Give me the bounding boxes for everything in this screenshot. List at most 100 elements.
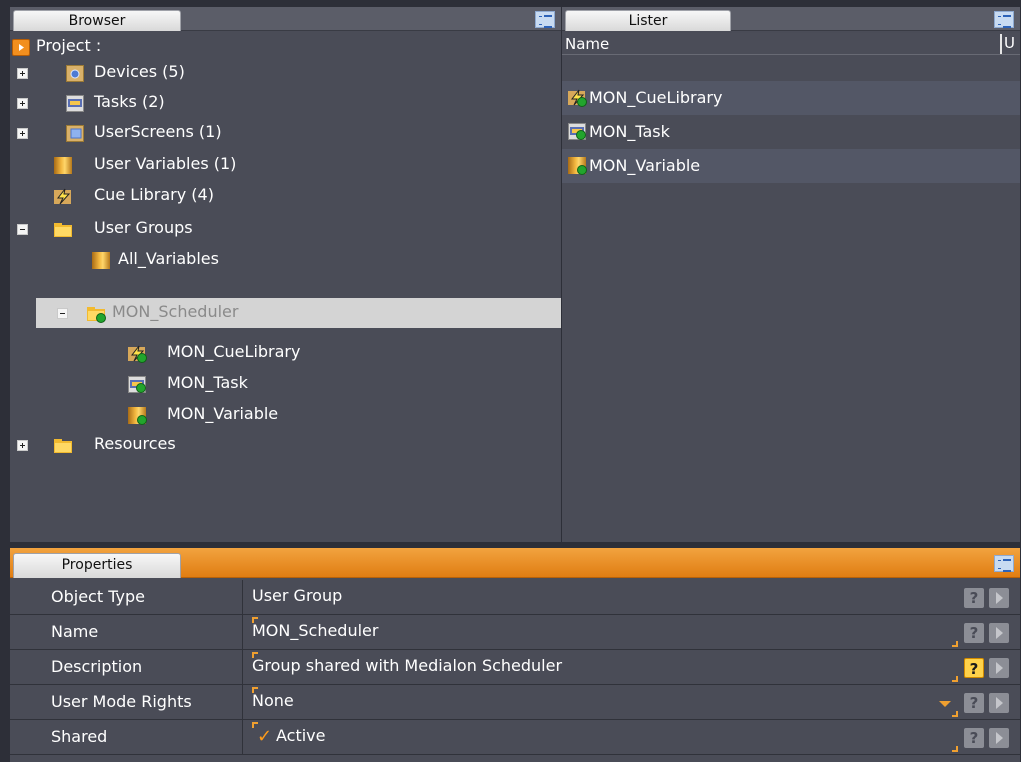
tree-item-user-variables[interactable]: User Variables (1) — [10, 150, 561, 180]
property-name: User Mode Rights — [10, 685, 243, 719]
shared-badge-icon — [577, 165, 587, 175]
properties-panel: Properties Object Type User Group ? Name… — [10, 548, 1020, 762]
help-icon[interactable]: ? — [964, 623, 984, 643]
shared-folder-icon — [87, 305, 106, 323]
property-row-object-type[interactable]: Object Type User Group ? — [10, 580, 1020, 615]
devices-icon — [66, 65, 84, 82]
tree-item-label: MON_Variable — [167, 404, 279, 423]
lister-panel: Lister Name U MON_CueLibrary MON_Task MO… — [562, 7, 1020, 542]
variable-shared-icon — [128, 407, 147, 425]
collapse-icon[interactable] — [17, 224, 28, 235]
tree-item-user-groups[interactable]: User Groups — [10, 214, 561, 244]
column-name[interactable]: Name — [565, 35, 609, 53]
tree-item-project[interactable]: Project : — [10, 35, 561, 59]
tasks-icon — [66, 95, 84, 112]
list-item[interactable]: MON_CueLibrary — [562, 81, 1020, 115]
column-u[interactable]: U — [1000, 34, 1017, 54]
shared-badge-icon — [137, 415, 147, 425]
editable-marker — [952, 641, 958, 647]
browser-panel: Browser Project : Devices (5) Tasks (2) … — [10, 7, 561, 542]
shared-badge-icon — [137, 353, 147, 363]
tree-item-all-variables[interactable]: All_Variables — [10, 245, 561, 275]
tree-item-label: Devices (5) — [94, 62, 185, 81]
lister-menu-button[interactable] — [994, 11, 1014, 28]
editable-marker — [952, 676, 958, 682]
property-name: Description — [10, 650, 243, 684]
tree-item-mon-scheduler[interactable]: MON_Scheduler — [36, 298, 561, 328]
tree-item-label: User Variables (1) — [94, 154, 237, 173]
arrow-right-icon[interactable] — [989, 693, 1009, 713]
check-icon[interactable]: ✓ — [257, 728, 272, 746]
arrow-right-icon[interactable] — [989, 658, 1009, 678]
shared-badge-icon — [136, 383, 146, 393]
project-icon — [12, 39, 30, 56]
expand-icon[interactable] — [17, 68, 28, 79]
lister-column-header: Name U — [562, 33, 1020, 55]
expand-icon[interactable] — [17, 440, 28, 451]
property-name: Object Type — [10, 580, 243, 614]
user-variables-icon — [54, 157, 72, 174]
help-icon[interactable]: ? — [964, 588, 984, 608]
tree-item-tasks[interactable]: Tasks (2) — [10, 88, 561, 118]
folder-icon — [54, 437, 72, 454]
tab-properties[interactable]: Properties — [13, 553, 181, 578]
tree-item-cue-library[interactable]: Cue Library (4) — [10, 181, 561, 211]
property-row-name[interactable]: Name MON_Scheduler ? — [10, 615, 1020, 650]
tree-item-label: Tasks (2) — [94, 92, 165, 111]
list-item-label: MON_Variable — [589, 156, 701, 175]
help-icon[interactable]: ? — [964, 693, 984, 713]
tree-item-label: MON_Task — [167, 373, 248, 392]
list-item-label: MON_Task — [589, 122, 670, 141]
lister-header: Lister — [562, 7, 1020, 31]
shared-badge-icon — [577, 97, 587, 107]
tree-item-mon-variable[interactable]: MON_Variable — [10, 400, 561, 430]
tab-lister[interactable]: Lister — [565, 10, 731, 31]
properties-header: Properties — [10, 548, 1020, 578]
tree-item-resources[interactable]: Resources — [10, 430, 561, 460]
tree-item-devices[interactable]: Devices (5) — [10, 58, 561, 88]
property-row-shared[interactable]: Shared ✓ Active ? — [10, 720, 1020, 755]
help-icon[interactable]: ? — [964, 728, 984, 748]
user-mode-rights-select[interactable]: None — [252, 691, 294, 710]
arrow-right-icon[interactable] — [989, 728, 1009, 748]
property-row-user-mode-rights[interactable]: User Mode Rights None ? — [10, 685, 1020, 720]
shared-badge-icon — [96, 313, 106, 323]
expand-icon[interactable] — [17, 98, 28, 109]
property-name: Shared — [10, 720, 243, 754]
userscreens-icon — [66, 125, 84, 142]
tree-item-label: MON_CueLibrary — [167, 342, 301, 361]
cue-library-shared-icon — [568, 89, 587, 107]
variable-shared-icon — [568, 157, 587, 175]
name-field[interactable]: MON_Scheduler — [252, 621, 378, 640]
arrow-right-icon[interactable] — [989, 588, 1009, 608]
cue-library-icon — [54, 188, 72, 205]
browser-header: Browser — [10, 7, 561, 31]
property-row-description[interactable]: Description Group shared with Medialon S… — [10, 650, 1020, 685]
properties-menu-button[interactable] — [994, 555, 1014, 572]
list-item[interactable]: MON_Variable — [562, 149, 1020, 183]
expand-icon[interactable] — [17, 128, 28, 139]
tree-item-mon-task[interactable]: MON_Task — [10, 369, 561, 399]
help-icon[interactable]: ? — [964, 658, 984, 678]
editable-marker — [952, 711, 958, 717]
browser-menu-button[interactable] — [535, 11, 555, 28]
task-shared-icon — [568, 123, 586, 140]
tree-item-label: MON_Scheduler — [112, 302, 239, 321]
tree-item-label: Project : — [36, 36, 102, 55]
variables-group-icon — [92, 252, 110, 269]
tree-item-label: Resources — [94, 434, 176, 453]
list-item[interactable]: MON_Task — [562, 115, 1020, 149]
shared-value[interactable]: Active — [276, 726, 326, 745]
tree-item-mon-cuelibrary[interactable]: MON_CueLibrary — [10, 338, 561, 368]
property-value: User Group — [252, 586, 343, 605]
property-name: Name — [10, 615, 243, 649]
chevron-down-icon[interactable] — [939, 701, 951, 707]
tree-item-label: All_Variables — [118, 249, 219, 268]
collapse-icon[interactable] — [57, 308, 68, 319]
description-field[interactable]: Group shared with Medialon Scheduler — [252, 656, 562, 675]
tree-item-userscreens[interactable]: UserScreens (1) — [10, 118, 561, 148]
tab-browser[interactable]: Browser — [13, 10, 181, 31]
task-shared-icon — [128, 376, 146, 393]
shared-badge-icon — [576, 130, 586, 140]
arrow-right-icon[interactable] — [989, 623, 1009, 643]
